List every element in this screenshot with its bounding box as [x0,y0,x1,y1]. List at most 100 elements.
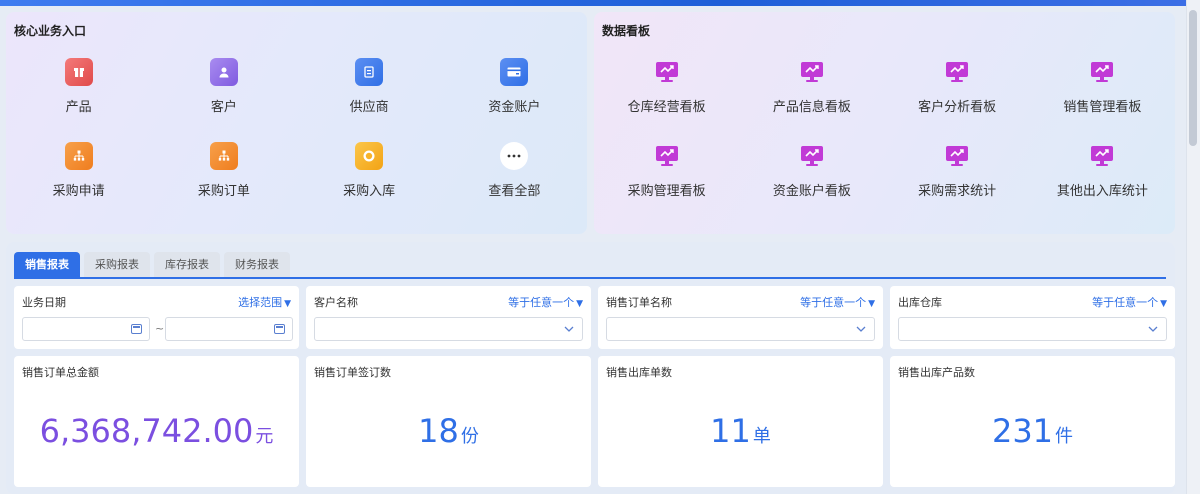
top-accent-bar [0,0,1200,6]
tile-label: 仓库经营看板 [627,100,706,115]
tile-label: 采购入库 [343,184,396,199]
tile-label: 查看全部 [488,184,541,199]
tile-other-inout-stats[interactable]: 其他出入库统计 [1030,142,1175,226]
filter-mode-dropdown[interactable]: 等于任意一个 ▼ [508,294,583,310]
stat-label: 销售订单总金额 [22,366,99,379]
tile-customer[interactable]: 客户 [151,58,296,142]
tab-sales-report[interactable]: 销售报表 [14,252,80,277]
stat-unit: 份 [460,426,479,447]
data-board-panel: 数据看板 仓库经营看板 产品信息看板 客户分析看板 销售管理看板 采购管理看板 … [594,12,1175,234]
vertical-scrollbar[interactable] [1186,0,1200,494]
org-chart-icon [64,142,93,170]
caret-down-icon: ▼ [868,299,875,309]
end-date-input[interactable] [165,317,293,341]
stat-card-order-count: 销售订单签订数 18 份 [306,356,591,487]
tile-label: 资金账户 [488,100,541,115]
scrollbar-thumb[interactable] [1189,10,1197,146]
stat-card-outbound-count: 销售出库单数 11 单 [598,356,883,487]
monitor-chart-icon [653,142,681,170]
stat-number: 18 [418,412,459,450]
tab-finance-report[interactable]: 财务报表 [224,252,290,277]
tile-purchase-request[interactable]: 采购申请 [6,142,151,226]
core-business-title: 核心业务入口 [14,24,87,38]
tab-inventory-report[interactable]: 库存报表 [154,252,220,277]
filter-label: 出库仓库 [898,296,942,309]
stat-card-total-amount: 销售订单总金额 6,368,742.00 元 [14,356,299,487]
filter-outbound-warehouse: 出库仓库 等于任意一个 ▼ [890,286,1175,349]
wallet-icon [500,58,529,86]
filter-label: 业务日期 [22,296,66,309]
core-business-panel: 核心业务入口 产品 客户 供应商 资金账户 采购申请 采购订单 采购入库 查看全… [6,12,587,234]
tile-supplier[interactable]: 供应商 [297,58,442,142]
warehouse-select[interactable] [898,317,1167,341]
filter-label: 客户名称 [314,296,358,309]
tile-label: 资金账户看板 [772,184,851,199]
tile-label: 客户分析看板 [918,100,997,115]
stat-value: 6,368,742.00 元 [14,412,299,450]
sales-order-select[interactable] [606,317,875,341]
tile-purchase-board[interactable]: 采购管理看板 [594,142,739,226]
tile-label: 采购申请 [52,184,105,199]
filter-mode-dropdown[interactable]: 等于任意一个 ▼ [1092,294,1167,310]
monitor-chart-icon [1088,142,1116,170]
customer-select[interactable] [314,317,583,341]
tile-purchase-demand-stats[interactable]: 采购需求统计 [885,142,1030,226]
filter-sales-order-name: 销售订单名称 等于任意一个 ▼ [598,286,883,349]
tile-view-all[interactable]: 查看全部 [442,142,587,226]
stat-label: 销售订单签订数 [314,366,391,379]
filter-mode-dropdown[interactable]: 选择范围 ▼ [238,294,291,310]
start-date-input[interactable] [22,317,150,341]
tile-warehouse-board[interactable]: 仓库经营看板 [594,58,739,142]
tile-label: 产品信息看板 [772,100,851,115]
customer-icon [209,58,238,86]
tile-product-board[interactable]: 产品信息看板 [739,58,884,142]
stat-label: 销售出库产品数 [898,366,975,379]
caret-down-icon: ▼ [576,299,583,309]
chevron-down-icon [856,322,866,335]
report-section: 销售报表 采购报表 库存报表 财务报表 业务日期 选择范围 ▼ ~ 客户名称 等于… [6,242,1175,494]
tile-label: 采购订单 [197,184,250,199]
tile-label: 客户 [210,100,237,115]
monitor-chart-icon [798,142,826,170]
tile-customer-board[interactable]: 客户分析看板 [885,58,1030,142]
tile-sales-board[interactable]: 销售管理看板 [1030,58,1175,142]
chevron-down-icon [564,322,574,335]
data-board-title: 数据看板 [602,24,651,38]
stat-number: 231 [991,412,1054,450]
tile-label: 采购管理看板 [627,184,706,199]
report-tabs: 销售报表 采购报表 库存报表 财务报表 [14,252,1166,279]
caret-down-icon: ▼ [284,299,291,309]
caret-down-icon: ▼ [1160,299,1167,309]
supplier-icon [355,58,384,86]
tile-label: 采购需求统计 [918,184,997,199]
stat-number: 11 [710,412,751,450]
stat-unit: 元 [255,426,274,447]
chevron-down-icon [1148,322,1158,335]
org-chart-icon [209,142,238,170]
filter-customer-name: 客户名称 等于任意一个 ▼ [306,286,591,349]
tile-purchase-order[interactable]: 采购订单 [151,142,296,226]
stat-number: 6,368,742.00 [39,412,254,450]
monitor-chart-icon [1088,58,1116,86]
stat-value: 231 件 [890,412,1175,450]
tile-label: 其他出入库统计 [1056,184,1148,199]
date-separator: ~ [155,322,165,335]
calendar-icon [274,324,285,334]
stat-label: 销售出库单数 [606,366,672,379]
calendar-icon [131,324,142,334]
tile-product[interactable]: 产品 [6,58,151,142]
tab-purchase-report[interactable]: 采购报表 [84,252,150,277]
monitor-chart-icon [653,58,681,86]
tile-label: 产品 [65,100,92,115]
product-icon [64,58,93,86]
filter-mode-dropdown[interactable]: 等于任意一个 ▼ [800,294,875,310]
stat-value: 11 单 [598,412,883,450]
warehouse-in-icon [355,142,384,170]
tile-purchase-inbound[interactable]: 采购入库 [297,142,442,226]
stat-unit: 件 [1055,426,1074,447]
tile-label: 销售管理看板 [1063,100,1142,115]
tile-label: 供应商 [349,100,389,115]
tile-fund-board[interactable]: 资金账户看板 [739,142,884,226]
monitor-chart-icon [943,142,971,170]
tile-fund-account[interactable]: 资金账户 [442,58,587,142]
